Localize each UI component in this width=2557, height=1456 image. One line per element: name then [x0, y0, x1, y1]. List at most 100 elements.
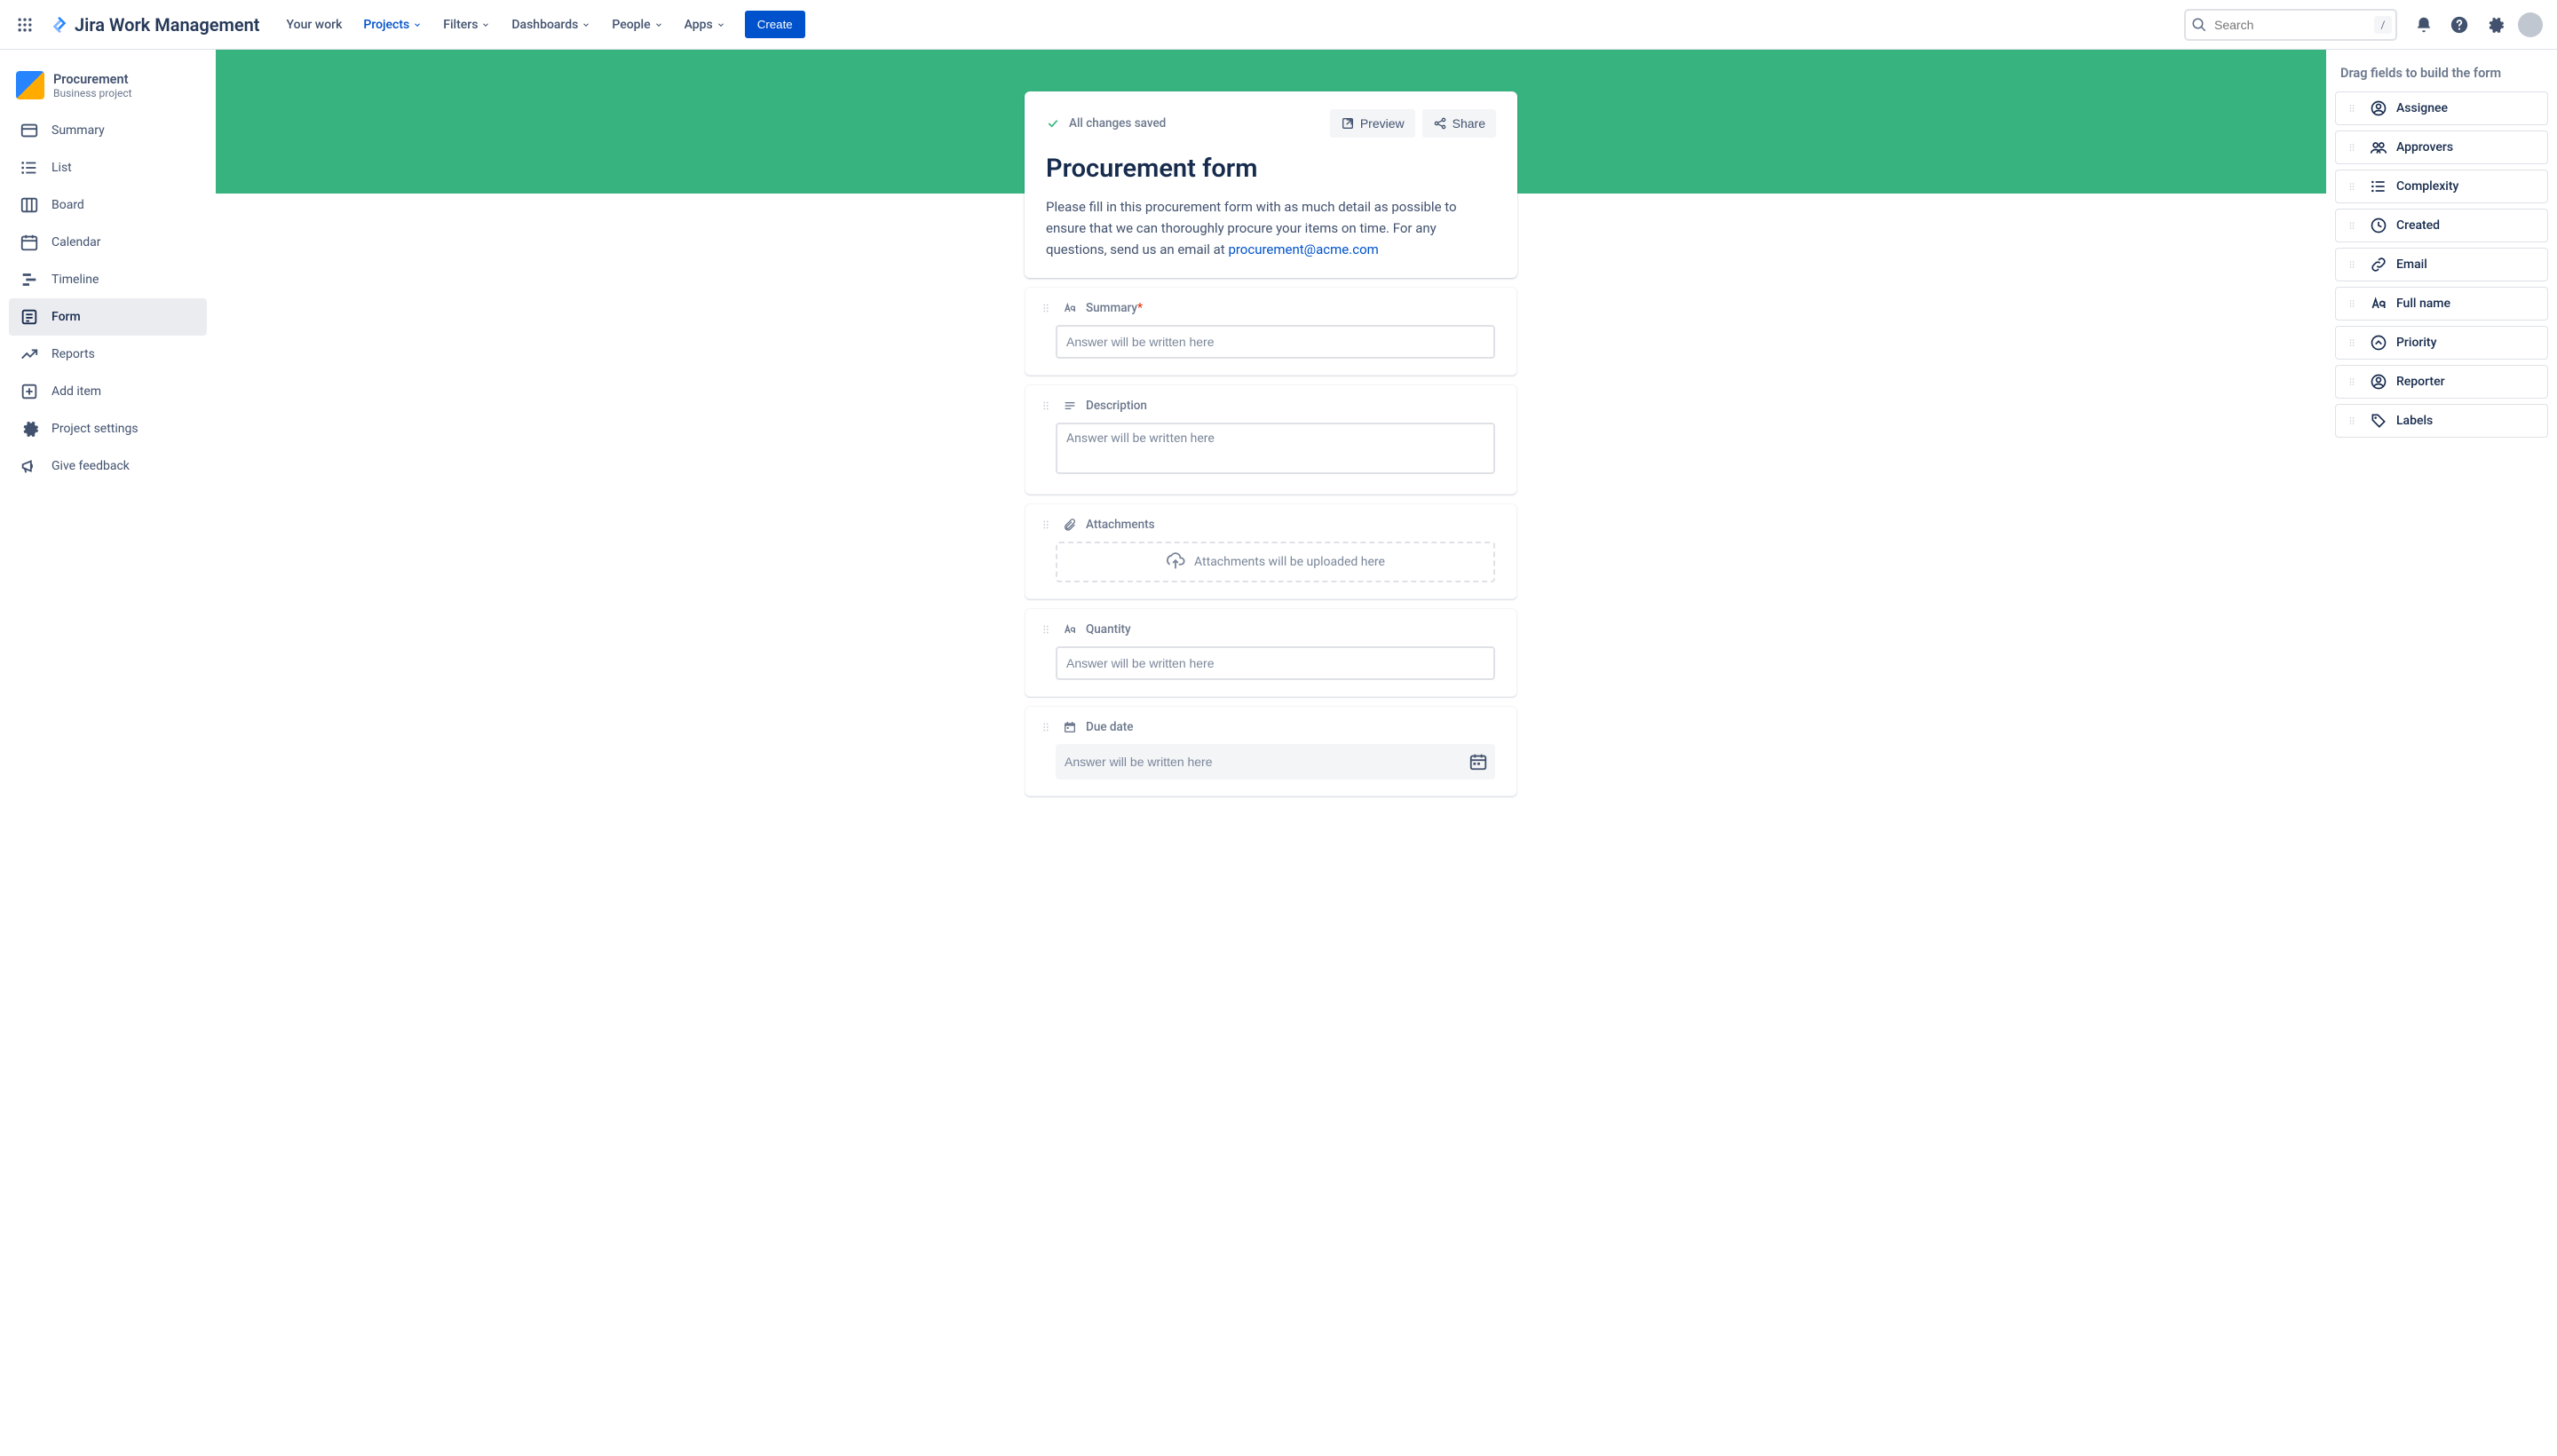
sidebar-item-summary[interactable]: Summary — [9, 112, 207, 149]
search-input[interactable] — [2184, 9, 2397, 41]
form-field-quantity[interactable]: Quantity — [1025, 608, 1517, 697]
app-switcher-icon[interactable] — [11, 11, 39, 39]
sidebar-item-form[interactable]: Form — [9, 298, 207, 336]
settings-icon — [20, 419, 39, 439]
list-icon — [2370, 178, 2387, 195]
form-field-description[interactable]: Description — [1025, 384, 1517, 495]
save-status-text: All changes saved — [1069, 116, 1166, 131]
field-textarea[interactable] — [1056, 423, 1495, 474]
drag-handle-icon[interactable] — [2345, 375, 2359, 389]
sidebar-item-board[interactable]: Board — [9, 186, 207, 224]
project-name: Procurement — [53, 72, 132, 87]
notifications-icon[interactable] — [2408, 9, 2440, 41]
upload-icon — [1166, 552, 1185, 572]
settings-icon[interactable] — [2479, 9, 2511, 41]
check-icon — [1046, 116, 1060, 131]
sidebar-item-list[interactable]: List — [9, 149, 207, 186]
field-palette: Drag fields to build the form Assignee Ap… — [2326, 50, 2557, 1456]
share-icon — [1433, 116, 1447, 131]
nav-item-projects[interactable]: Projects — [354, 11, 431, 39]
link-icon — [2370, 256, 2387, 273]
project-header[interactable]: Procurement Business project — [9, 67, 207, 112]
nav-item-people[interactable]: People — [603, 11, 671, 39]
email-link[interactable]: procurement@acme.com — [1228, 241, 1378, 257]
text-icon — [1063, 301, 1077, 315]
drag-handle-icon[interactable] — [2345, 101, 2359, 115]
palette-field-complexity[interactable]: Complexity — [2335, 170, 2548, 203]
sidebar-item-reports[interactable]: Reports — [9, 336, 207, 373]
drag-handle-icon[interactable] — [2345, 297, 2359, 311]
form-field-attachments[interactable]: Attachments Attachments will be uploaded … — [1025, 503, 1517, 599]
preview-button[interactable]: Preview — [1330, 109, 1415, 138]
sidebar-item-timeline[interactable]: Timeline — [9, 261, 207, 298]
drag-handle-icon[interactable] — [2345, 336, 2359, 350]
person-icon — [2370, 99, 2387, 117]
priority-icon — [2370, 334, 2387, 352]
top-navigation: Jira Work Management Your workProjectsFi… — [0, 0, 2557, 50]
text-icon — [2370, 295, 2387, 313]
drag-handle-icon[interactable] — [2345, 140, 2359, 154]
drag-handle-icon[interactable] — [1038, 398, 1054, 414]
drag-handle-icon[interactable] — [2345, 218, 2359, 233]
help-icon[interactable] — [2443, 9, 2475, 41]
form-field-summary[interactable]: Summary* — [1025, 287, 1517, 376]
summary-icon — [20, 121, 39, 140]
palette-field-email[interactable]: Email — [2335, 248, 2548, 281]
field-label: Attachments — [1086, 518, 1155, 532]
people-icon — [2370, 138, 2387, 156]
field-label: Description — [1086, 399, 1147, 413]
field-label: Quantity — [1086, 622, 1131, 637]
sidebar-item-give-feedback[interactable]: Give feedback — [9, 447, 207, 485]
calendar-icon[interactable] — [1468, 752, 1488, 772]
open-icon — [1341, 116, 1355, 131]
palette-field-created[interactable]: Created — [2335, 209, 2548, 242]
project-icon — [16, 71, 44, 99]
chevron-down-icon — [582, 20, 590, 29]
form-description[interactable]: Please fill in this procurement form wit… — [1046, 196, 1496, 260]
drag-handle-icon[interactable] — [1038, 300, 1054, 316]
drag-handle-icon[interactable] — [2345, 179, 2359, 194]
field-label: Due date — [1086, 720, 1134, 734]
attach-icon — [1063, 518, 1077, 532]
calendar-icon — [20, 233, 39, 252]
main-content: All changes saved Preview Share Procurem — [216, 50, 2326, 1456]
palette-field-approvers[interactable]: Approvers — [2335, 131, 2548, 164]
avatar[interactable] — [2514, 9, 2546, 41]
attachment-dropzone[interactable]: Attachments will be uploaded here — [1056, 542, 1495, 582]
sidebar-item-add-item[interactable]: Add item — [9, 373, 207, 410]
date-input[interactable] — [1056, 744, 1495, 779]
palette-title: Drag fields to build the form — [2335, 66, 2548, 91]
nav-items: Your workProjectsFiltersDashboardsPeople… — [278, 11, 734, 39]
sidebar-item-project-settings[interactable]: Project settings — [9, 410, 207, 447]
search-box: / — [2184, 9, 2397, 41]
nav-item-apps[interactable]: Apps — [676, 11, 734, 39]
palette-field-priority[interactable]: Priority — [2335, 326, 2548, 360]
reports-icon — [20, 344, 39, 364]
sidebar-item-calendar[interactable]: Calendar — [9, 224, 207, 261]
share-button[interactable]: Share — [1422, 109, 1496, 138]
form-title[interactable]: Procurement form — [1046, 154, 1496, 184]
form-field-due-date[interactable]: Due date — [1025, 706, 1517, 796]
product-logo[interactable]: Jira Work Management — [43, 14, 267, 36]
nav-item-your-work[interactable]: Your work — [278, 11, 352, 39]
field-input[interactable] — [1056, 325, 1495, 359]
palette-field-full-name[interactable]: Full name — [2335, 287, 2548, 320]
drag-handle-icon[interactable] — [2345, 414, 2359, 428]
nav-item-filters[interactable]: Filters — [434, 11, 499, 39]
form-icon — [20, 307, 39, 327]
drag-handle-icon[interactable] — [1038, 719, 1054, 735]
nav-item-dashboards[interactable]: Dashboards — [503, 11, 599, 39]
chevron-down-icon — [654, 20, 663, 29]
drag-handle-icon[interactable] — [1038, 621, 1054, 637]
drag-handle-icon[interactable] — [2345, 257, 2359, 272]
drag-handle-icon[interactable] — [1038, 517, 1054, 533]
clock-icon — [2370, 217, 2387, 234]
feedback-icon — [20, 456, 39, 476]
sidebar: Procurement Business project SummaryList… — [0, 50, 216, 1456]
field-input[interactable] — [1056, 646, 1495, 680]
palette-field-reporter[interactable]: Reporter — [2335, 365, 2548, 399]
palette-field-assignee[interactable]: Assignee — [2335, 91, 2548, 125]
palette-field-labels[interactable]: Labels — [2335, 404, 2548, 438]
create-button[interactable]: Create — [745, 11, 805, 38]
slash-shortcut-badge: / — [2374, 16, 2392, 34]
